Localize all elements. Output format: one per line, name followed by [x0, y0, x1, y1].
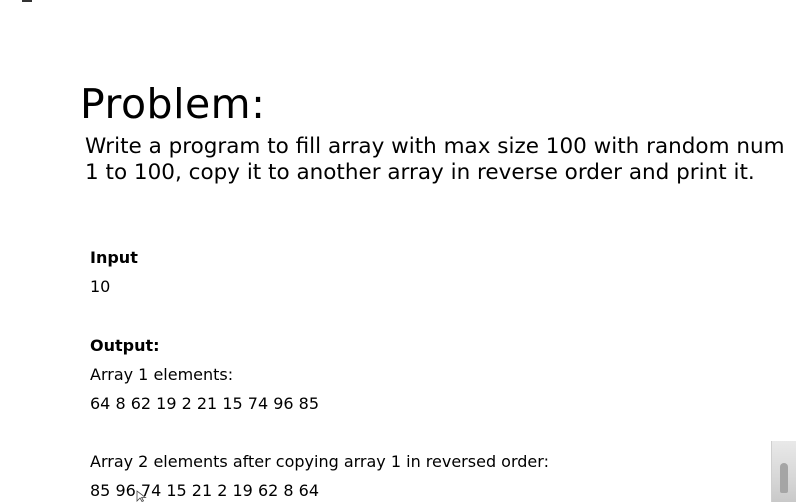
input-value: 10 [90, 277, 111, 296]
presenter-figure [780, 463, 788, 493]
webcam-thumbnail [771, 441, 796, 502]
problem-title: Problem: [80, 80, 266, 128]
output-heading: Output: [90, 336, 160, 355]
problem-statement-line-2: 1 to 100, copy it to another array in re… [85, 160, 755, 185]
array1-values: 64 8 62 19 2 21 15 74 96 85 [90, 394, 320, 413]
mouse-pointer-icon [136, 490, 147, 502]
problem-statement-line-1: Write a program to fill array with max s… [85, 134, 785, 159]
corner-mark [22, 0, 32, 2]
array2-values: 85 96 74 15 21 2 19 62 8 64 [90, 481, 320, 500]
array1-label: Array 1 elements: [90, 365, 234, 384]
array2-label: Array 2 elements after copying array 1 i… [90, 452, 549, 471]
problem-statement: Write a program to fill array with max s… [85, 134, 796, 186]
input-heading: Input [90, 248, 138, 267]
